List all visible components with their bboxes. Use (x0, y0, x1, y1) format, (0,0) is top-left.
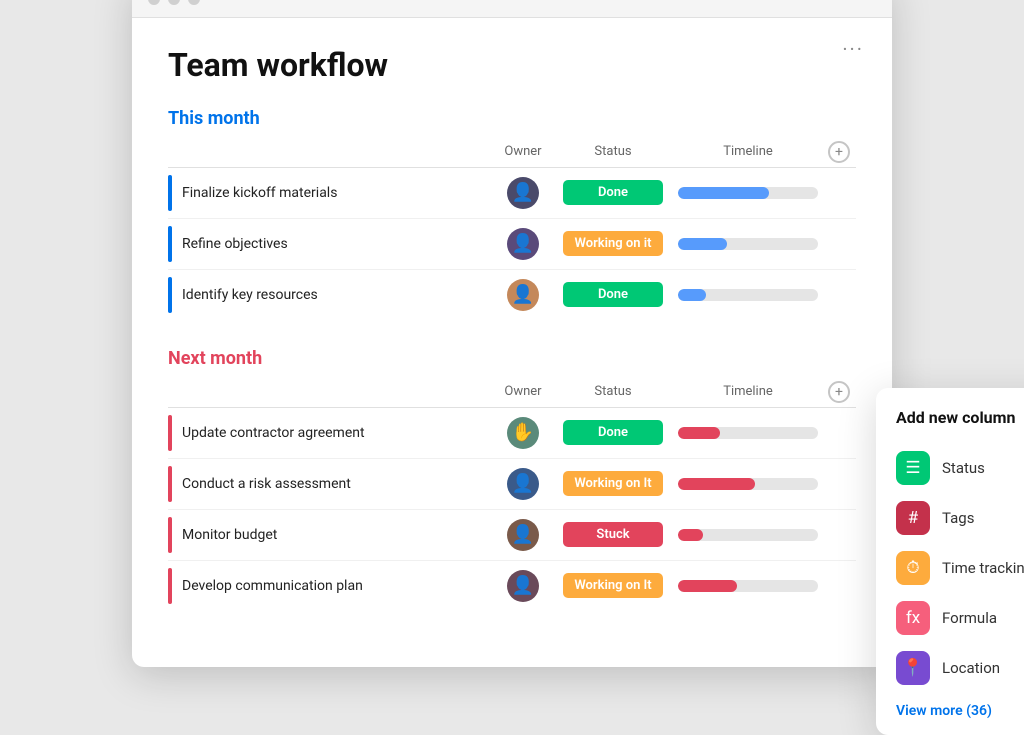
task-indicator (168, 277, 172, 313)
section-this-month: This month Owner Status Timeline + Final… (168, 108, 856, 320)
task-indicator (168, 466, 172, 502)
task-owner: 👤 (488, 279, 558, 311)
task-status-col: Stuck (558, 522, 668, 547)
browser-dot-1 (148, 0, 160, 5)
task-row: Refine objectives👤Working on it (168, 218, 856, 269)
task-status-col: Working on It (558, 471, 668, 496)
section-title-this-month: This month (168, 108, 856, 129)
section-next-month: Next month Owner Status Timeline + Updat… (168, 348, 856, 611)
task-row: Monitor budget👤Stuck (168, 509, 856, 560)
task-row: Identify key resources👤Done (168, 269, 856, 320)
add-column-btn-1[interactable]: + (828, 141, 850, 163)
status-badge[interactable]: Working on It (563, 573, 663, 598)
task-timeline-col (668, 289, 828, 301)
browser-content: Team workflow ··· This month Owner Statu… (132, 18, 892, 667)
column-options-list: ☰ Status # Tags ⏱ Time tracking fx Formula 📍 Loca… (896, 443, 1024, 693)
add-column-btn-2[interactable]: + (828, 381, 850, 403)
section-title-next-month: Next month (168, 348, 856, 369)
formula-icon: fx (896, 601, 930, 635)
task-timeline-col (668, 529, 828, 541)
task-name: Develop communication plan (182, 578, 488, 594)
task-name: Update contractor agreement (182, 425, 488, 441)
status-badge[interactable]: Done (563, 420, 663, 445)
task-name: Conduct a risk assessment (182, 476, 488, 492)
time-icon: ⏱ (896, 551, 930, 585)
column-option-label-tags: Tags (942, 509, 974, 527)
col-headers-next-month: Owner Status Timeline + (168, 381, 856, 403)
browser-dot-3 (188, 0, 200, 5)
column-option-label-location: Location (942, 659, 1000, 677)
task-owner: 👤 (488, 177, 558, 209)
task-indicator (168, 226, 172, 262)
task-owner: ✋ (488, 417, 558, 449)
task-owner: 👤 (488, 570, 558, 602)
task-row: Update contractor agreement✋Done (168, 407, 856, 458)
column-option-label-status: Status (942, 459, 985, 477)
status-badge[interactable]: Working on it (563, 231, 663, 256)
task-status-col: Working on It (558, 573, 668, 598)
browser-chrome (132, 0, 892, 18)
task-timeline-col (668, 580, 828, 592)
col-status-header-2: Status (558, 384, 668, 399)
column-option-label-formula: Formula (942, 609, 997, 627)
task-status-col: Done (558, 180, 668, 205)
status-badge[interactable]: Stuck (563, 522, 663, 547)
page-title: Team workflow (168, 46, 856, 84)
status-icon: ☰ (896, 451, 930, 485)
task-owner: 👤 (488, 468, 558, 500)
task-timeline-col (668, 427, 828, 439)
task-timeline-col (668, 238, 828, 250)
task-row: Conduct a risk assessment👤Working on It (168, 458, 856, 509)
task-indicator (168, 517, 172, 553)
task-name: Refine objectives (182, 236, 488, 252)
task-indicator (168, 568, 172, 604)
col-owner-header-2: Owner (488, 384, 558, 399)
task-status-col: Done (558, 282, 668, 307)
col-timeline-header-1: Timeline (668, 144, 828, 159)
next-month-rows: Update contractor agreement✋DoneConduct … (168, 407, 856, 611)
menu-dots[interactable]: ··· (842, 37, 864, 61)
task-owner: 👤 (488, 519, 558, 551)
browser-dot-2 (168, 0, 180, 5)
column-option-status[interactable]: ☰ Status (896, 443, 1024, 493)
task-status-col: Done (558, 420, 668, 445)
outer-container: Team workflow ··· This month Owner Statu… (0, 0, 1024, 645)
status-badge[interactable]: Working on It (563, 471, 663, 496)
add-column-panel: Add new column ☰ Status # Tags ⏱ Time trackin… (876, 388, 1024, 735)
view-more-link[interactable]: View more (36) (896, 703, 1024, 719)
this-month-rows: Finalize kickoff materials👤DoneRefine ob… (168, 167, 856, 320)
column-option-location[interactable]: 📍 Location (896, 643, 1024, 693)
task-timeline-col (668, 187, 828, 199)
task-row: Develop communication plan👤Working on It (168, 560, 856, 611)
task-owner: 👤 (488, 228, 558, 260)
task-timeline-col (668, 478, 828, 490)
column-option-time[interactable]: ⏱ Time tracking (896, 543, 1024, 593)
column-option-formula[interactable]: fx Formula (896, 593, 1024, 643)
task-status-col: Working on it (558, 231, 668, 256)
add-column-title: Add new column (896, 408, 1024, 427)
status-badge[interactable]: Done (563, 180, 663, 205)
task-indicator (168, 415, 172, 451)
task-row: Finalize kickoff materials👤Done (168, 167, 856, 218)
tags-icon: # (896, 501, 930, 535)
task-name: Identify key resources (182, 287, 488, 303)
column-option-tags[interactable]: # Tags (896, 493, 1024, 543)
browser-window: Team workflow ··· This month Owner Statu… (132, 0, 892, 667)
location-icon: 📍 (896, 651, 930, 685)
col-timeline-header-2: Timeline (668, 384, 828, 399)
status-badge[interactable]: Done (563, 282, 663, 307)
column-option-label-time: Time tracking (942, 559, 1024, 577)
col-status-header-1: Status (558, 144, 668, 159)
task-name: Monitor budget (182, 527, 488, 543)
col-headers-this-month: Owner Status Timeline + (168, 141, 856, 163)
col-owner-header-1: Owner (488, 144, 558, 159)
task-name: Finalize kickoff materials (182, 185, 488, 201)
task-indicator (168, 175, 172, 211)
